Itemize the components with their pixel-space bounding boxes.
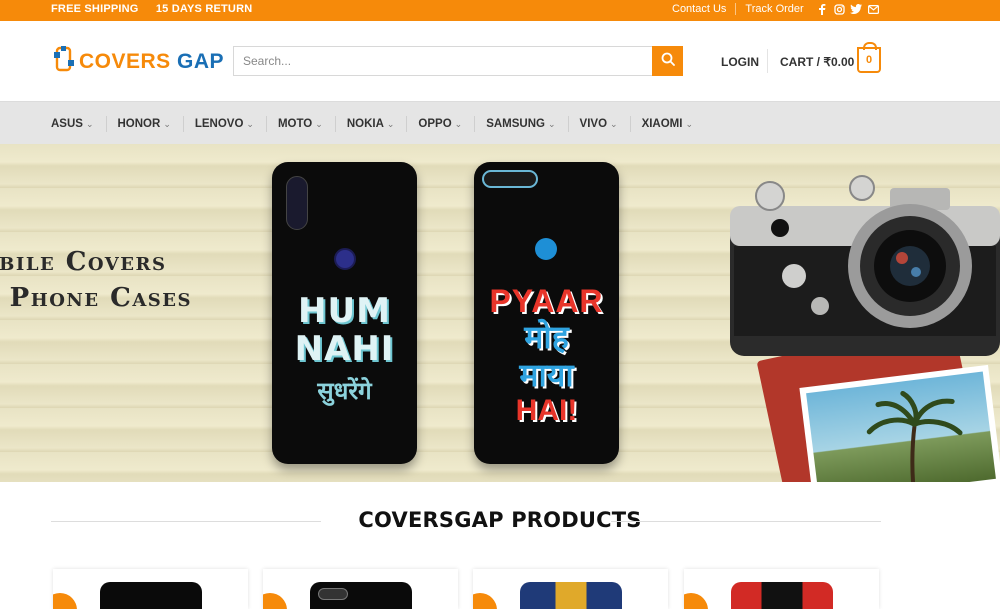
logo-phone-icon [52, 46, 76, 77]
contact-us-link[interactable]: Contact Us [672, 3, 726, 15]
social-links [816, 3, 879, 15]
nav-item-samsung[interactable]: SAMSUNG ⌄ [476, 116, 569, 132]
nav-item-label: LENOVO [194, 118, 244, 130]
product-card[interactable] [53, 569, 248, 609]
product-card[interactable] [473, 569, 668, 609]
search-bar [233, 46, 683, 76]
free-shipping-text: FREE SHIPPING [51, 3, 139, 15]
chevron-down-icon: ⌄ [610, 118, 618, 129]
top-links: Contact Us Track Order [672, 3, 804, 15]
product-image [520, 582, 622, 609]
hero-banner[interactable]: obile Covers d Phone Cases HUM NAHI सुधर… [0, 144, 1000, 482]
nav-item-oppo[interactable]: OPPO ⌄ [408, 116, 476, 132]
sale-badge [263, 593, 287, 609]
product-image [310, 582, 412, 609]
sale-badge [53, 593, 77, 609]
logo-text-covers: COVERS [79, 49, 171, 73]
product-card[interactable] [684, 569, 879, 609]
fingerprint-sensor [334, 248, 356, 270]
promo-strip: FREE SHIPPING 15 DAYS RETURN [51, 3, 252, 15]
site-logo[interactable]: COVERS GAP [52, 46, 224, 77]
nav-item-nokia[interactable]: NOKIA ⌄ [337, 116, 408, 132]
section-divider-right [611, 521, 881, 522]
facebook-icon[interactable] [816, 3, 828, 15]
cart-count-badge[interactable]: 0 [857, 42, 881, 73]
chevron-down-icon: ⌄ [163, 118, 171, 129]
case-art-line: HUM [298, 291, 391, 331]
chevron-down-icon: ⌄ [315, 118, 323, 129]
sale-badge [684, 593, 708, 609]
nav-item-label: MOTO [277, 118, 313, 130]
logo-text: COVERS GAP [79, 50, 224, 74]
cart-link[interactable]: CART / ₹0.00 [780, 55, 854, 69]
case-art-line: माया [519, 357, 574, 393]
email-icon[interactable] [867, 3, 879, 15]
banner-tagline: obile Covers d Phone Cases [0, 244, 192, 316]
sale-badge [473, 593, 497, 609]
case-art-line: मोह [524, 319, 569, 355]
twitter-icon[interactable] [850, 3, 862, 15]
brand-nav: ASUS ⌄ HONOR ⌄ LENOVO ⌄ MOTO ⌄ NOKIA ⌄ OPPO ⌄ … [0, 101, 1000, 144]
case-artwork: HUM NAHI सुधरेंगे [272, 292, 417, 407]
instagram-icon[interactable] [833, 3, 845, 15]
nav-item-asus[interactable]: ASUS ⌄ [51, 116, 107, 132]
top-bar: FREE SHIPPING 15 DAYS RETURN Contact Us … [0, 0, 1000, 21]
search-icon [661, 52, 675, 71]
case-artwork: PYAAR मोह माया HAI! [474, 284, 619, 428]
chevron-down-icon: ⌄ [685, 118, 693, 129]
nav-item-honor[interactable]: HONOR ⌄ [108, 116, 184, 132]
nav-item-moto[interactable]: MOTO ⌄ [268, 116, 336, 132]
search-input[interactable] [234, 47, 654, 75]
chevron-down-icon: ⌄ [454, 118, 463, 129]
nav-item-lenovo[interactable]: LENOVO ⌄ [185, 116, 267, 132]
nav-item-label: OPPO [418, 118, 452, 130]
section-title: COVERSGAP PRODUCTS [358, 508, 642, 532]
camera-image [720, 166, 1000, 356]
case-art-line: सुधरेंगे [317, 378, 372, 405]
case-art-line: HAI! [515, 394, 578, 427]
nav-item-label: ASUS [51, 118, 83, 130]
product-image [731, 582, 833, 609]
divider [735, 3, 737, 15]
nav-item-label: XIAOMI [641, 118, 683, 130]
chevron-down-icon: ⌄ [246, 118, 254, 129]
phone-case-image-2: PYAAR मोह माया HAI! [474, 162, 619, 464]
product-card[interactable] [263, 569, 458, 609]
case-art-line: NAHI [294, 329, 395, 369]
phone-case-image-1: HUM NAHI सुधरेंगे [272, 162, 417, 464]
search-button[interactable] [652, 46, 683, 76]
camera-module [482, 170, 538, 188]
nav-item-xiaomi[interactable]: XIAOMI ⌄ [632, 116, 705, 132]
chevron-down-icon: ⌄ [386, 118, 395, 129]
site-header: COVERS GAP LOGIN CART / ₹0.00 0 [0, 21, 1000, 101]
product-image [100, 582, 202, 609]
header-divider [767, 49, 768, 73]
login-link[interactable]: LOGIN [721, 55, 759, 69]
nav-item-label: VIVO [579, 118, 608, 130]
nav-item-label: HONOR [117, 118, 161, 130]
track-order-link[interactable]: Track Order [745, 3, 803, 15]
fingerprint-sensor [535, 238, 557, 260]
nav-item-vivo[interactable]: VIVO ⌄ [570, 116, 631, 132]
chevron-down-icon: ⌄ [85, 118, 94, 129]
banner-line-1: obile Covers [0, 247, 167, 277]
chevron-down-icon: ⌄ [547, 118, 556, 129]
logo-text-gap: GAP [177, 49, 225, 73]
nav-item-label: SAMSUNG [486, 118, 545, 130]
case-art-line: PYAAR [489, 283, 604, 319]
banner-line-2: d Phone Cases [0, 283, 192, 313]
camera-module [286, 176, 308, 230]
days-return-text: 15 DAYS RETURN [155, 3, 253, 15]
brand-menu: ASUS ⌄ HONOR ⌄ LENOVO ⌄ MOTO ⌄ NOKIA ⌄ OPPO ⌄ … [51, 116, 706, 132]
nav-item-label: NOKIA [346, 118, 384, 130]
